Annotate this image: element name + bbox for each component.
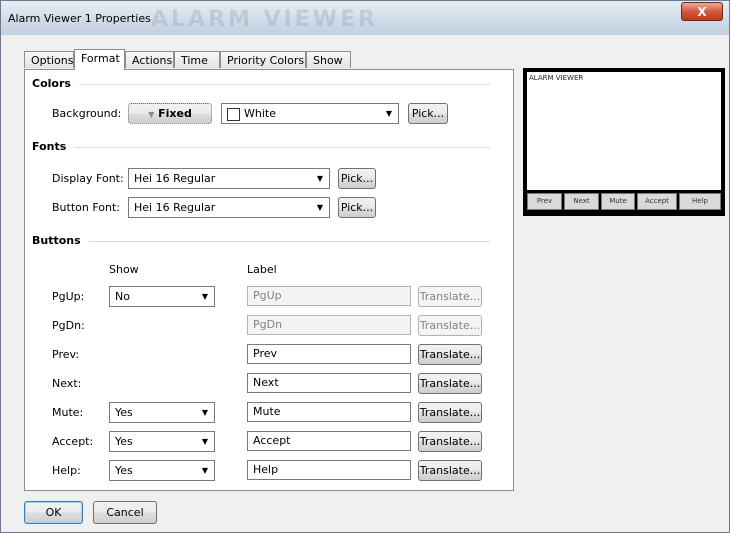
preview-mute-button: Mute	[601, 193, 635, 210]
buttons-heading: Buttons	[32, 234, 89, 247]
display-font-value: Hei 16 Regular	[134, 172, 216, 185]
title-watermark: ALARM VIEWER	[151, 7, 379, 32]
properties-dialog: Alarm Viewer 1 Properties ALARM VIEWER X…	[0, 0, 730, 533]
row-name-prev: Prev:	[52, 348, 80, 361]
row-name-mute: Mute:	[52, 406, 84, 419]
fonts-heading: Fonts	[32, 140, 75, 153]
tab-show[interactable]: Show	[306, 51, 351, 68]
ok-button[interactable]: OK	[24, 501, 83, 524]
button-font-label: Button Font:	[52, 201, 120, 214]
dialog-client-area: Options Format Actions Time Priority Col…	[8, 35, 725, 527]
button-font-pick-button[interactable]: Pick...	[338, 197, 376, 218]
preview-screen: ALARM VIEWER	[527, 72, 721, 190]
background-label: Background:	[52, 107, 122, 120]
chevron-down-icon: ▼	[201, 408, 208, 417]
translate-button-mute[interactable]: Translate...	[418, 402, 482, 423]
show-value-help: Yes	[115, 464, 133, 477]
label-input-mute[interactable]: Mute	[247, 402, 411, 422]
close-icon: X	[697, 5, 707, 19]
close-button[interactable]: X	[681, 2, 723, 21]
label-column-header: Label	[247, 263, 277, 276]
colors-divider	[70, 84, 490, 85]
row-name-pgdn: PgDn:	[52, 319, 85, 332]
background-mode-value: Fixed	[158, 107, 192, 120]
background-pick-button[interactable]: Pick...	[408, 103, 448, 124]
chevron-down-icon: ▼	[316, 174, 323, 183]
chevron-down-icon: ▼	[201, 437, 208, 446]
preview-next-button: Next	[564, 193, 599, 210]
buttons-divider	[81, 241, 490, 242]
chevron-down-icon: ▼	[316, 203, 323, 212]
format-tab-panel: Colors Background: ▼ Fixed White ▼ Pick.…	[24, 69, 514, 491]
show-select-mute[interactable]: Yes ▼	[109, 402, 215, 423]
button-font-value: Hei 16 Regular	[134, 201, 216, 214]
label-input-pgup[interactable]: PgUp	[247, 286, 411, 306]
tab-actions[interactable]: Actions	[125, 51, 174, 68]
chevron-down-icon: ▼	[201, 292, 208, 301]
label-input-prev[interactable]: Prev	[247, 344, 411, 364]
alarm-viewer-preview: ALARM VIEWER Prev Next Mute Accept Help	[523, 68, 725, 216]
title-bar: Alarm Viewer 1 Properties ALARM VIEWER X	[1, 1, 729, 35]
show-select-accept[interactable]: Yes ▼	[109, 431, 215, 452]
tab-time[interactable]: Time	[174, 51, 220, 68]
color-swatch	[227, 108, 240, 121]
tab-priority-colors[interactable]: Priority Colors	[220, 51, 306, 68]
translate-button-pgup[interactable]: Translate...	[418, 286, 482, 307]
button-font-select[interactable]: Hei 16 Regular ▼	[128, 197, 330, 218]
show-value-mute: Yes	[115, 406, 133, 419]
preview-help-button: Help	[679, 193, 721, 210]
preview-accept-button: Accept	[637, 193, 677, 210]
display-font-pick-button[interactable]: Pick...	[338, 168, 376, 189]
display-font-label: Display Font:	[52, 172, 124, 185]
label-input-accept[interactable]: Accept	[247, 431, 411, 451]
colors-heading: Colors	[32, 77, 79, 90]
display-font-select[interactable]: Hei 16 Regular ▼	[128, 168, 330, 189]
translate-button-next[interactable]: Translate...	[418, 373, 482, 394]
show-value-accept: Yes	[115, 435, 133, 448]
background-mode-button[interactable]: ▼ Fixed	[128, 103, 212, 124]
translate-button-prev[interactable]: Translate...	[418, 344, 482, 365]
preview-title: ALARM VIEWER	[529, 74, 584, 82]
background-color-value: White	[244, 107, 276, 120]
translate-button-pgdn[interactable]: Translate...	[418, 315, 482, 336]
translate-button-help[interactable]: Translate...	[418, 460, 482, 481]
row-name-next: Next:	[52, 377, 82, 390]
row-name-help: Help:	[52, 464, 81, 477]
chevron-down-icon: ▼	[148, 110, 155, 119]
background-color-select[interactable]: White ▼	[221, 103, 399, 124]
tab-format[interactable]: Format	[74, 49, 125, 70]
show-value-pgup: No	[115, 290, 130, 303]
label-input-next[interactable]: Next	[247, 373, 411, 393]
chevron-down-icon: ▼	[385, 109, 392, 118]
chevron-down-icon: ▼	[201, 466, 208, 475]
label-input-pgdn[interactable]: PgDn	[247, 315, 411, 335]
preview-prev-button: Prev	[527, 193, 562, 210]
show-column-header: Show	[109, 263, 139, 276]
translate-button-accept[interactable]: Translate...	[418, 431, 482, 452]
cancel-button[interactable]: Cancel	[93, 501, 157, 524]
tab-options[interactable]: Options	[24, 51, 74, 68]
row-name-accept: Accept:	[52, 435, 94, 448]
label-input-help[interactable]: Help	[247, 460, 411, 480]
show-select-help[interactable]: Yes ▼	[109, 460, 215, 481]
show-select-pgup[interactable]: No ▼	[109, 286, 215, 307]
window-title: Alarm Viewer 1 Properties	[8, 12, 151, 25]
row-name-pgup: PgUp:	[52, 290, 85, 303]
fonts-divider	[67, 147, 490, 148]
